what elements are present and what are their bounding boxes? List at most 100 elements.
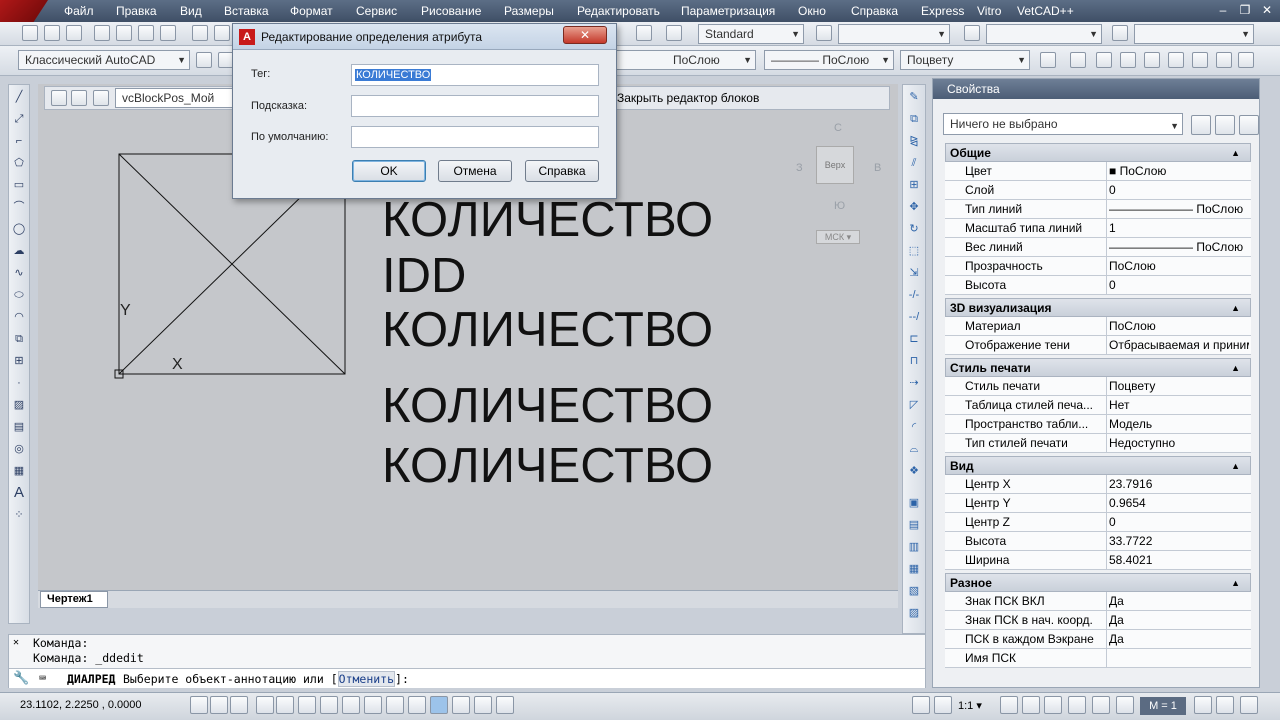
status-menu-icon[interactable]	[1240, 696, 1258, 714]
extend-icon[interactable]: --/	[906, 309, 922, 325]
rotate-icon[interactable]: ↻	[906, 221, 922, 237]
property-row[interactable]: Отображение тени Отбрасываемая и приним..…	[945, 336, 1251, 355]
property-row[interactable]: Таблица стилей печа... Нет	[945, 396, 1251, 415]
ducs-icon[interactable]	[364, 696, 382, 714]
break-at-point-icon[interactable]: ⊏	[906, 331, 922, 347]
polygon-icon[interactable]: ⬠	[11, 155, 27, 171]
point-icon[interactable]: ·	[11, 375, 27, 391]
dim-style-icon[interactable]	[816, 25, 832, 41]
isolate-objects-icon[interactable]	[1194, 696, 1212, 714]
properties-section[interactable]: Стиль печати ▲	[945, 358, 1251, 377]
rectangle-icon[interactable]: ▭	[11, 177, 27, 193]
default-input[interactable]	[351, 126, 599, 148]
workspace-dropdown[interactable]: Классический AutoCAD ▼	[18, 50, 190, 70]
osnap-icon[interactable]	[298, 696, 316, 714]
quick-select-icon[interactable]	[1239, 115, 1259, 135]
property-value[interactable]: ПоСлою	[1109, 317, 1249, 335]
menu-draw[interactable]: Рисование	[421, 4, 481, 18]
property-row[interactable]: Центр Y 0.9654	[945, 494, 1251, 513]
fillet-icon[interactable]: ◜	[906, 419, 922, 435]
ucs-origin-icon[interactable]	[1120, 52, 1136, 68]
command-close-icon[interactable]: ✕	[13, 637, 19, 648]
workspace-switch-icon[interactable]	[1044, 696, 1062, 714]
ucs-world-icon[interactable]	[1070, 52, 1086, 68]
close-icon[interactable]: ✕	[1258, 2, 1276, 18]
ucs-menu[interactable]: МСК ▾	[816, 230, 860, 244]
property-value[interactable]: 0	[1109, 276, 1249, 294]
arc-icon[interactable]: ⌒	[11, 199, 27, 215]
draworder-back-icon[interactable]: ▤	[906, 517, 922, 533]
ortho-icon[interactable]	[256, 696, 274, 714]
dyn-icon[interactable]	[386, 696, 404, 714]
linetype-dropdown[interactable]: ПоСлою ▼	[616, 50, 756, 70]
menu-dimension[interactable]: Размеры	[504, 4, 554, 18]
menu-modify[interactable]: Редактировать	[577, 4, 660, 18]
wrench-icon[interactable]: 🔧	[13, 671, 29, 686]
property-value[interactable]: ■ ПоСлою	[1109, 162, 1249, 180]
property-value[interactable]: Поцвету	[1109, 377, 1249, 395]
property-value[interactable]: Да	[1109, 592, 1249, 610]
menu-help[interactable]: Справка	[851, 4, 898, 18]
command-input[interactable]: 🔧 ⌨ ДИАЛРЕД Выберите объект-аннотацию ил…	[9, 668, 925, 688]
scale-icon[interactable]: ⬚	[906, 243, 922, 259]
text-style-icon[interactable]	[666, 25, 682, 41]
collapse-icon[interactable]: ▲	[1231, 299, 1240, 318]
lineweight-dropdown[interactable]: ———— ПоСлою ▼	[764, 50, 894, 70]
property-row[interactable]: Материал ПоСлою	[945, 317, 1251, 336]
ucs-previous-icon[interactable]	[1096, 52, 1112, 68]
revcloud-icon[interactable]: ☁	[11, 243, 27, 259]
add-selected-icon[interactable]: ⁘	[11, 507, 27, 523]
viewcube-top-face[interactable]: Верх	[816, 146, 854, 184]
property-value[interactable]: 0	[1109, 181, 1249, 199]
spline-icon[interactable]: ∿	[11, 265, 27, 281]
property-value[interactable]: 0	[1109, 513, 1249, 531]
property-value[interactable]: ——————— ПоСлою	[1109, 238, 1249, 256]
trim-icon[interactable]: -/-	[906, 287, 922, 303]
plotstyle-dropdown[interactable]: Поцвету ▼	[900, 50, 1030, 70]
menu-file[interactable]: Файл	[64, 4, 94, 18]
explode-icon[interactable]: ❖	[906, 463, 922, 479]
print-icon[interactable]	[94, 25, 110, 41]
property-value[interactable]: Да	[1109, 630, 1249, 648]
property-value[interactable]: 58.4021	[1109, 551, 1249, 569]
property-value[interactable]: Модель	[1109, 415, 1249, 433]
collapse-icon[interactable]: ▲	[1231, 144, 1240, 163]
undo-option[interactable]: Отменить	[337, 671, 396, 687]
property-value[interactable]: 1	[1109, 219, 1249, 237]
property-row[interactable]: ПСК в каждом Вэкране Да	[945, 630, 1251, 649]
block-edit-icon[interactable]	[51, 90, 67, 106]
menu-insert[interactable]: Вставка	[224, 4, 269, 18]
offset-icon[interactable]: ⫽	[906, 155, 922, 171]
array-icon[interactable]: ⊞	[906, 177, 922, 193]
block-name-field[interactable]: vcBlockPos_Мой	[115, 88, 235, 108]
mirror-icon[interactable]: ⧎	[906, 133, 922, 149]
toggle-pickadd-icon[interactable]	[1191, 115, 1211, 135]
property-row[interactable]: Масштаб типа линий 1	[945, 219, 1251, 238]
ok-button[interactable]: OK	[352, 160, 426, 182]
dialog-titlebar[interactable]: A Редактирование определения атрибута ✕	[233, 24, 616, 50]
menu-tools[interactable]: Сервис	[356, 4, 397, 18]
stretch-icon[interactable]: ⇲	[906, 265, 922, 281]
ellipse-icon[interactable]: ⬭	[11, 287, 27, 303]
gear-icon[interactable]	[1068, 696, 1086, 714]
block-saveas-icon[interactable]	[93, 90, 109, 106]
make-block-icon[interactable]: ⊞	[11, 353, 27, 369]
properties-section[interactable]: 3D визуализация ▲	[945, 298, 1251, 317]
minimize-icon[interactable]: –	[1214, 2, 1232, 18]
draworder-under-icon[interactable]: ▦	[906, 561, 922, 577]
property-value[interactable]: Да	[1109, 611, 1249, 629]
line-icon[interactable]: ╱	[11, 89, 27, 105]
property-value[interactable]: Нет	[1109, 396, 1249, 414]
collapse-icon[interactable]: ▲	[1231, 359, 1240, 378]
ellipse-arc-icon[interactable]: ◠	[11, 309, 27, 325]
quick-properties-icon[interactable]	[452, 696, 470, 714]
property-row[interactable]: Тип стилей печати Недоступно	[945, 434, 1251, 453]
move-icon[interactable]: ✥	[906, 199, 922, 215]
table-style-icon[interactable]	[964, 25, 980, 41]
property-row[interactable]: Прозрачность ПоСлою	[945, 257, 1251, 276]
table-style-dropdown[interactable]: ▼	[986, 24, 1102, 44]
copy-object-icon[interactable]: ⧉	[906, 111, 922, 127]
menu-express[interactable]: Express	[921, 4, 964, 18]
property-row[interactable]: Слой 0	[945, 181, 1251, 200]
polyline-icon[interactable]: ⌐	[11, 133, 27, 149]
